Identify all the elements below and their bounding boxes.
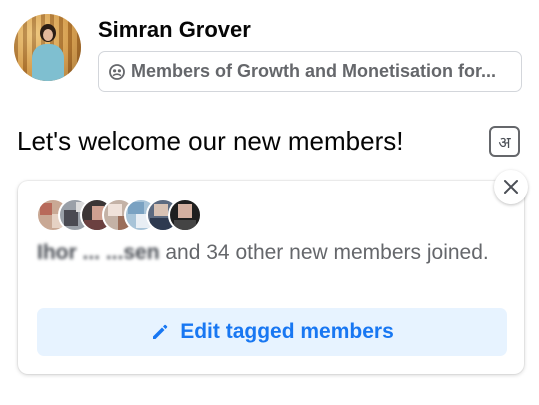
author-avatar[interactable]: [14, 14, 81, 81]
new-members-avatars: [36, 198, 202, 232]
joined-suffix: and 34 other new members joined.: [165, 241, 489, 264]
avatar-figure-face: [43, 29, 53, 41]
post-container: Simran Grover Members of Growth and Mone…: [0, 0, 539, 405]
edit-tagged-members-label: Edit tagged members: [180, 320, 394, 343]
edit-tagged-members-button[interactable]: Edit tagged members: [37, 308, 507, 356]
close-button[interactable]: [494, 170, 528, 204]
member-avatar[interactable]: [168, 198, 202, 232]
group-icon: [109, 63, 125, 80]
pencil-icon: [153, 324, 168, 339]
joined-members-text: Ihor ... ...sen and 34 other new members…: [37, 236, 507, 269]
group-name: Members of Growth and Monetisation for..…: [131, 61, 497, 81]
post-text: Let's welcome our new members!: [17, 126, 404, 156]
close-icon: [504, 180, 518, 194]
author-name[interactable]: Simran Grover: [98, 17, 251, 43]
translate-icon: अ: [498, 134, 511, 152]
group-selector-chip[interactable]: Members of Growth and Monetisation for..…: [98, 51, 522, 92]
avatar-figure-body: [32, 44, 64, 81]
translate-button[interactable]: अ: [489, 126, 520, 157]
tagged-member-names[interactable]: Ihor ... ...sen: [37, 241, 160, 264]
